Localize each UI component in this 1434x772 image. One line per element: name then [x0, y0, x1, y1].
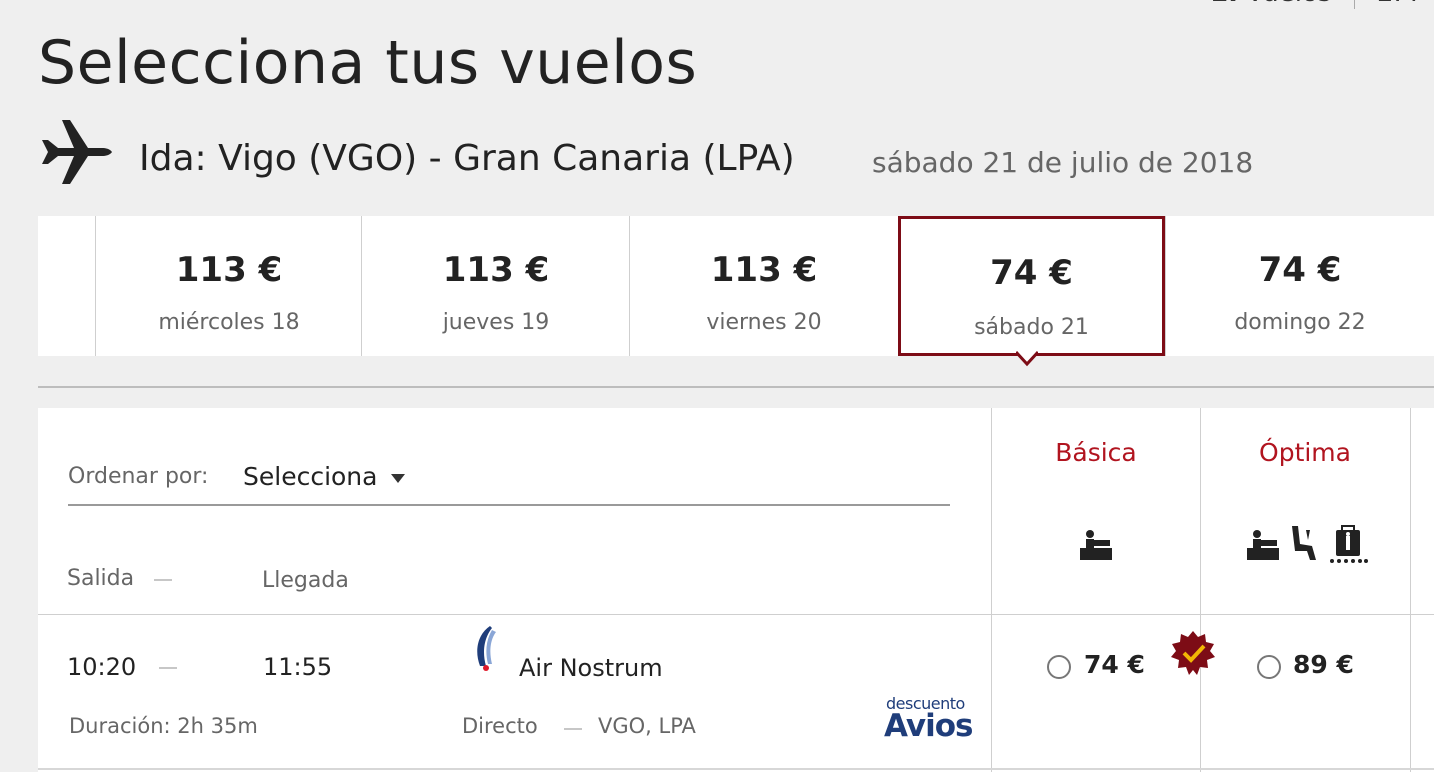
- section-divider: [38, 386, 1434, 388]
- check-in-desk-icon: [1247, 530, 1279, 560]
- airline-logo-icon: [477, 626, 496, 671]
- check-in-desk-icon: [1080, 530, 1112, 560]
- airline-name: Air Nostrum: [519, 654, 663, 682]
- sort-dropdown[interactable]: Selecciona: [243, 462, 377, 491]
- route-date: sábado 21 de julio de 2018: [872, 146, 1254, 179]
- fare-optima-title: Óptima: [1259, 438, 1351, 467]
- column-salida: Salida: [67, 566, 135, 591]
- best-price-badge-icon: [1171, 631, 1215, 675]
- fare-basica-price: 74 €: [1084, 650, 1145, 679]
- arrival-time: 11:55: [263, 653, 333, 681]
- airplane-icon: [42, 120, 112, 184]
- flight-results: Ordenar por: Selecciona Salida Llegada B…: [38, 408, 1434, 772]
- dash-separator: [564, 728, 582, 730]
- fare-column-divider: [1410, 408, 1411, 772]
- column-llegada: Llegada: [262, 568, 349, 593]
- flight-airports: VGO, LPA: [598, 714, 696, 738]
- row-divider: [38, 768, 1434, 770]
- step-next: 2. I: [1377, 0, 1418, 8]
- route-title: Ida: Vigo (VGO) - Gran Canaria (LPA): [139, 138, 795, 179]
- date-selector: 113 € miércoles 18 113 € jueves 19 113 €…: [38, 216, 1434, 356]
- flight-stops: Directo: [462, 714, 538, 738]
- chevron-down-icon[interactable]: [391, 474, 405, 483]
- date-day: viernes 20: [706, 310, 822, 335]
- date-day: miércoles 18: [158, 310, 300, 335]
- date-option-viernes-20[interactable]: 113 € viernes 20: [629, 216, 898, 356]
- date-day: domingo 22: [1234, 310, 1366, 335]
- dash-separator: [159, 667, 177, 669]
- date-day: jueves 19: [442, 310, 550, 335]
- fare-optima-price: 89 €: [1293, 650, 1354, 679]
- seat-icon: [1292, 526, 1316, 560]
- fare-basica-radio[interactable]: [1047, 655, 1071, 679]
- sort-label: Ordenar por:: [68, 464, 209, 489]
- step-number: 1.: [1210, 0, 1238, 8]
- fare-basica-title: Básica: [1055, 438, 1137, 467]
- step-indicator: 1. Vuelos 2. I: [1210, 0, 1418, 9]
- date-option-sabado-21[interactable]: 74 € sábado 21: [898, 216, 1165, 356]
- selected-date-pointer-icon: [1016, 350, 1038, 367]
- date-price: 113 €: [710, 250, 818, 290]
- page-title: Selecciona tus vuelos: [38, 28, 698, 98]
- baggage-icon: [1330, 525, 1368, 563]
- avios-logo: Avios: [884, 708, 973, 744]
- fare-optima-radio[interactable]: [1257, 655, 1281, 679]
- sort-underline: [68, 504, 950, 506]
- dash-separator: [154, 579, 172, 581]
- row-divider: [38, 614, 1434, 615]
- date-price: 74 €: [1258, 250, 1342, 290]
- date-option-jueves-19[interactable]: 113 € jueves 19: [361, 216, 630, 356]
- step-label: Vuelos: [1246, 0, 1331, 8]
- date-price: 113 €: [442, 250, 550, 290]
- date-option-domingo-22[interactable]: 74 € domingo 22: [1165, 216, 1434, 356]
- date-option-miercoles-18[interactable]: 113 € miércoles 18: [95, 216, 362, 356]
- date-price: 113 €: [175, 250, 283, 290]
- departure-time: 10:20: [67, 653, 137, 681]
- flight-duration: Duración: 2h 35m: [69, 714, 258, 738]
- date-day: sábado 21: [974, 315, 1089, 340]
- date-price: 74 €: [990, 253, 1073, 293]
